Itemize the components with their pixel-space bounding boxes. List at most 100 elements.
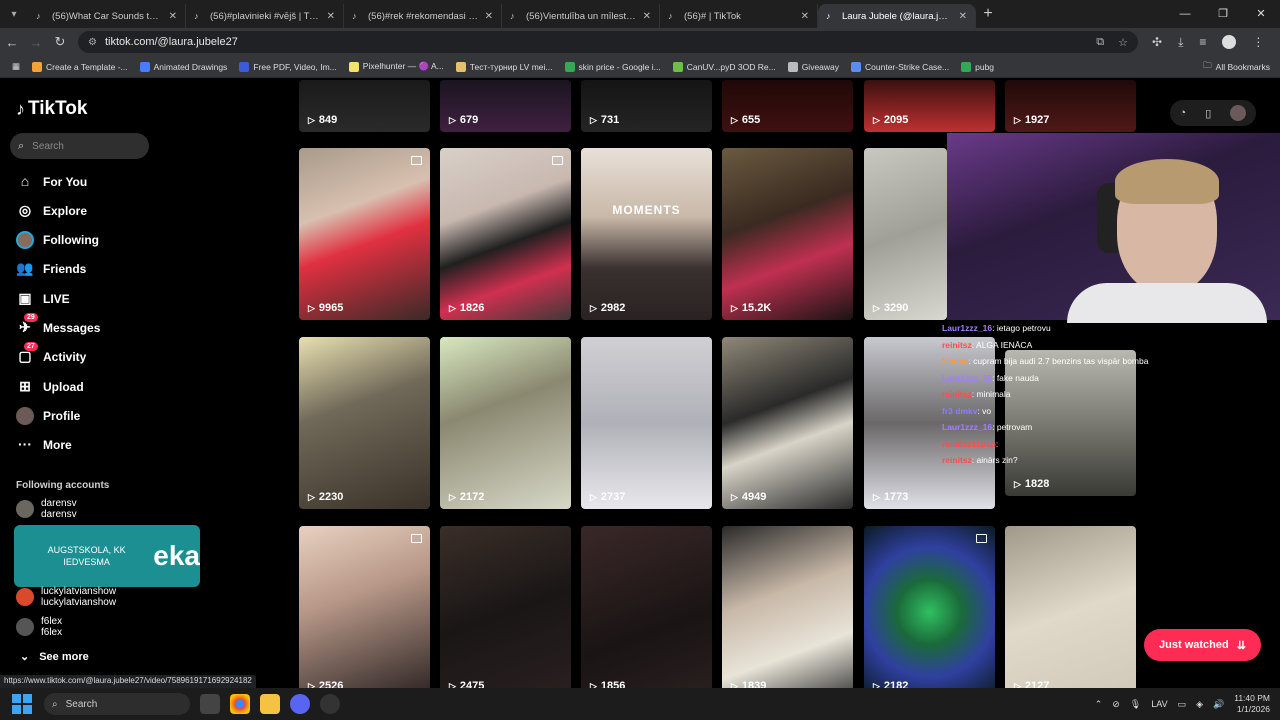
clock[interactable]: 11:40 PM 1/1/2026: [1234, 693, 1270, 715]
video-card[interactable]: ▷ 2095: [864, 80, 995, 132]
video-card[interactable]: ▷ 1856: [581, 526, 712, 688]
search-input[interactable]: ⌕ Search: [10, 133, 149, 159]
restore-icon[interactable]: ❐: [1204, 0, 1242, 28]
nav-messages[interactable]: ✈ 29 Messages: [16, 313, 100, 337]
avatar[interactable]: [1230, 105, 1247, 121]
close-tab-icon[interactable]: ✕: [485, 11, 493, 22]
new-tab-button[interactable]: +: [976, 5, 1000, 23]
nav-for-you[interactable]: ⌂ For You: [16, 173, 87, 191]
file-explorer-icon[interactable]: [260, 694, 280, 714]
following-accounts-title: Following accounts: [16, 480, 110, 491]
bookmark-item[interactable]: skin price - Google i...: [564, 61, 661, 72]
apps-grid-icon[interactable]: ▦: [12, 61, 20, 72]
bookmark-item[interactable]: Тест-турнир LV mei...: [455, 61, 553, 72]
folder-icon: 🗀: [1203, 59, 1212, 70]
nav-more[interactable]: ··· More: [16, 436, 72, 454]
video-card[interactable]: ▷ 2475: [440, 526, 571, 688]
video-card[interactable]: ▷ 2526: [299, 526, 430, 688]
bookmark-item[interactable]: Animated Drawings: [139, 61, 227, 72]
media-icon[interactable]: ≡: [1199, 35, 1206, 50]
following-account[interactable]: darensv darensv: [16, 498, 77, 520]
bookmark-item[interactable]: Create a Template -...: [32, 61, 128, 72]
download-icon[interactable]: ⤓: [1178, 35, 1183, 50]
close-tab-icon[interactable]: ✕: [169, 11, 177, 22]
forward-icon[interactable]: →: [24, 35, 48, 50]
display-icon[interactable]: ▭: [1178, 699, 1187, 710]
nav-profile[interactable]: Profile: [16, 407, 80, 425]
taskbar-search-input[interactable]: ⌕ Search: [44, 693, 190, 715]
close-tab-icon[interactable]: ✕: [643, 11, 651, 22]
reload-icon[interactable]: ↻: [48, 34, 72, 50]
nav-explore[interactable]: ◎ Explore: [16, 202, 87, 220]
site-info-icon[interactable]: ⚙: [88, 37, 97, 48]
volume-icon[interactable]: 🔊: [1213, 699, 1224, 710]
nav-activity[interactable]: ▢ 27 Activity: [16, 342, 86, 366]
video-card[interactable]: ▷ 731: [581, 80, 712, 132]
tiktok-favicon-icon: ♪: [36, 11, 41, 21]
browser-tab[interactable]: ♪(56)What Car Sounds the Best:✕: [28, 4, 186, 28]
browser-tab[interactable]: ♪ (56)#plavinieki #vējš | TikTok ✕: [186, 4, 344, 28]
device-icon[interactable]: ▯: [1205, 107, 1211, 120]
bookmark-item[interactable]: CanUV...pyD 3OD Re...: [672, 61, 776, 72]
bookmark-item[interactable]: Free PDF, Video, Im...: [239, 61, 337, 72]
close-tab-icon[interactable]: ✕: [327, 11, 335, 22]
bookmark-item[interactable]: Giveaway: [787, 61, 839, 72]
video-card[interactable]: ▷ 1839: [722, 526, 853, 688]
video-card[interactable]: ▷ 1826: [440, 148, 571, 320]
video-card[interactable]: ▷ 4949: [722, 337, 853, 509]
tiktok-logo[interactable]: ♪ TikTok: [16, 98, 87, 120]
video-card[interactable]: ▷ 3290: [864, 148, 947, 320]
install-app-icon[interactable]: ⧉: [1096, 36, 1104, 49]
browser-tab-active[interactable]: ♪Laura Jubele (@laura.jubele27)✕: [818, 4, 976, 28]
nav-following[interactable]: Following: [16, 231, 99, 249]
browser-tab[interactable]: ♪ (56)# | TikTok ✕: [660, 4, 818, 28]
video-card[interactable]: ▷ 2127: [1005, 526, 1136, 688]
close-tab-icon[interactable]: ✕: [959, 11, 967, 22]
video-card[interactable]: ▷ 2182: [864, 526, 995, 688]
see-more-button[interactable]: ⌄ See more: [20, 650, 89, 663]
following-account[interactable]: luckylatvianshow luckylatvianshow: [16, 586, 116, 608]
tab-search-icon[interactable]: ▾: [0, 9, 28, 20]
nav-upload[interactable]: ⊞ Upload: [16, 378, 84, 396]
video-card[interactable]: ▷ 849: [299, 80, 430, 132]
task-view-icon[interactable]: [200, 694, 220, 714]
microphone-icon[interactable]: 🎙: [1130, 699, 1141, 710]
browser-tab[interactable]: ♪(56)#rek #rekomendasi #on #fy✕: [344, 4, 502, 28]
video-card[interactable]: ▷ 679: [440, 80, 571, 132]
video-card[interactable]: ▷ 15.2K: [722, 148, 853, 320]
language-indicator[interactable]: LAV: [1151, 699, 1167, 709]
windows-start-icon[interactable]: [12, 694, 32, 714]
video-card[interactable]: ▷ 2230: [299, 337, 430, 509]
video-card[interactable]: ▷ 9965: [299, 148, 430, 320]
nav-friends[interactable]: 👥 Friends: [16, 260, 86, 278]
profile-avatar[interactable]: [1222, 34, 1237, 49]
discord-icon[interactable]: [290, 694, 310, 714]
bookmark-star-icon[interactable]: ☆: [1118, 36, 1128, 49]
nav-live[interactable]: ▣ LIVE: [16, 290, 69, 308]
video-card[interactable]: ▷ 2172: [440, 337, 571, 509]
close-tab-icon[interactable]: ✕: [801, 11, 809, 22]
bookmark-item[interactable]: Counter-Strike Case...: [851, 61, 949, 72]
obs-icon[interactable]: [320, 694, 340, 714]
video-card[interactable]: MOMENTS ▷ 2982: [581, 148, 712, 320]
chrome-icon[interactable]: [230, 694, 250, 714]
just-watched-button[interactable]: Just watched ⇊: [1144, 629, 1261, 661]
network-icon[interactable]: ◈: [1196, 699, 1203, 710]
bookmark-item[interactable]: pubg: [961, 61, 994, 72]
chevron-up-icon[interactable]: ⌃: [1095, 699, 1103, 710]
close-window-icon[interactable]: ✕: [1242, 0, 1280, 28]
video-card[interactable]: ▷ 2737: [581, 337, 712, 509]
bookmark-item[interactable]: Pixelhunter — 🟣 A...: [348, 61, 444, 72]
extensions-icon[interactable]: ✣: [1152, 35, 1162, 50]
video-card[interactable]: ▷ 655: [722, 80, 853, 132]
all-bookmarks-button[interactable]: 🗀 All Bookmarks: [1203, 60, 1270, 74]
video-card[interactable]: ▷ 1927: [1005, 80, 1136, 132]
url-input[interactable]: ⚙ tiktok.com/@laura.jubele27 ⧉ ☆: [78, 31, 1138, 53]
following-account[interactable]: f6lex f6lex: [16, 616, 62, 638]
back-icon[interactable]: ←: [0, 35, 24, 50]
network-off-icon[interactable]: ⊘: [1112, 699, 1120, 710]
browser-tab[interactable]: ♪(56)Vientulība un mīlestība: kā✕: [502, 4, 660, 28]
browser-menu-icon[interactable]: ⋮: [1252, 35, 1264, 50]
speed-icon[interactable]: ◔: [1180, 107, 1187, 119]
minimize-icon[interactable]: —: [1166, 0, 1204, 28]
